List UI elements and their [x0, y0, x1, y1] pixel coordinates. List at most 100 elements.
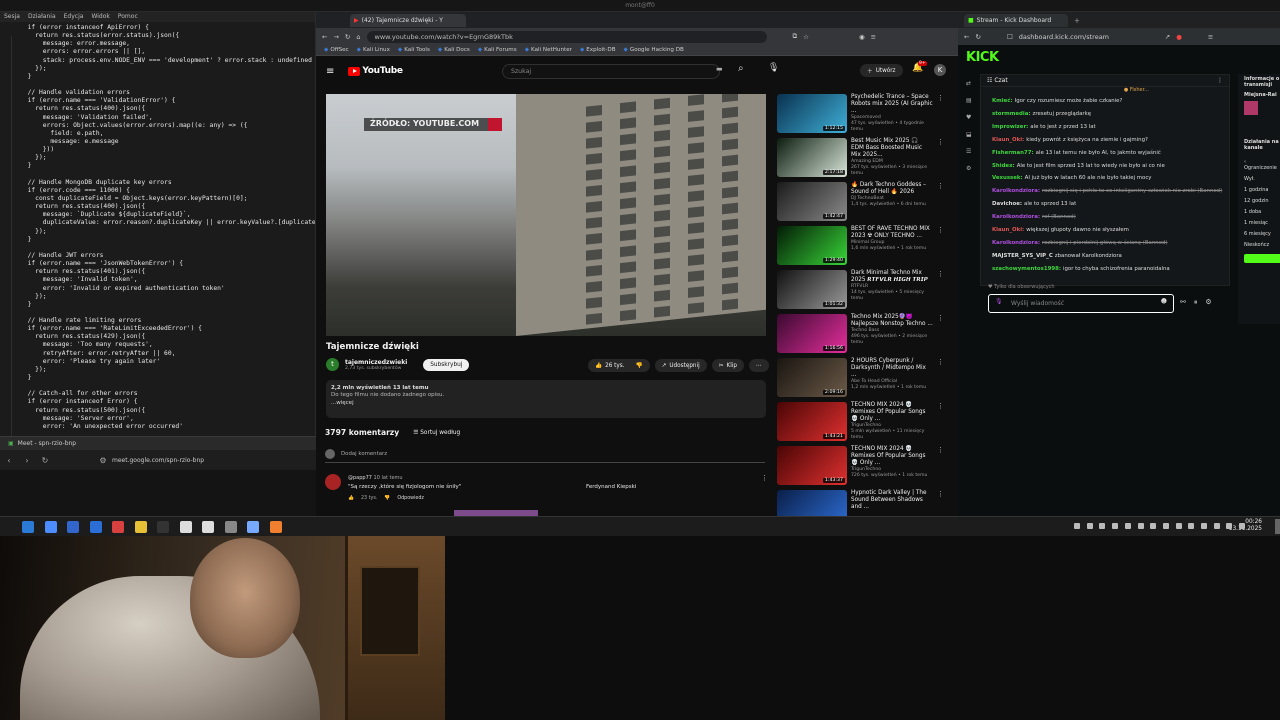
editor-menu-item[interactable]: Edycja [64, 13, 84, 21]
meet-tab[interactable]: ▣ Meet - spn-rzio-bnp [0, 436, 316, 450]
comment-dislike-icon[interactable]: 👎 [384, 496, 390, 501]
tray-icon[interactable] [1124, 523, 1131, 529]
avatar[interactable]: K [934, 64, 946, 76]
video-thumbnail[interactable]: 2:09:16 [777, 358, 847, 397]
chat-input[interactable]: 🎙 Wyślij wiadomość ☻ [988, 294, 1174, 313]
new-tab-icon[interactable]: ＋ [1074, 16, 1080, 25]
recommended-video[interactable]: 1:12:15 Psychedelic Trance – Space Robots… [777, 94, 958, 138]
more-actions-button[interactable]: ⋯ [748, 359, 769, 372]
rail-icon-4[interactable]: ⬓ [966, 131, 976, 138]
back-icon[interactable]: ‹ [0, 456, 18, 465]
channel-name[interactable]: tajemniczedzwieki [345, 359, 407, 366]
extensions-icon[interactable]: ⧉ [793, 32, 798, 41]
video-menu-icon[interactable]: ⋮ [937, 138, 945, 182]
tray-icon[interactable] [1112, 523, 1119, 529]
extension-icon[interactable]: ● [1176, 33, 1182, 41]
recommended-video[interactable]: 1:42:47 🔥 Dark Techno Goddess – Sound of … [777, 182, 958, 226]
tray-icon[interactable] [1086, 523, 1093, 529]
rail-icon-6[interactable]: ⚙ [966, 165, 976, 172]
description-more[interactable]: ...więcej [331, 400, 761, 407]
video-title-link[interactable]: 🔥 Dark Techno Goddess – Sound of Hell 🔥 … [851, 182, 933, 196]
bookmark-item[interactable]: ◆ Kali Forums [478, 47, 517, 53]
chat-username[interactable]: Klaun_Oki: [992, 137, 1024, 143]
firefox-icon[interactable] [269, 521, 282, 533]
pause-icon[interactable]: ⏸ [1194, 298, 1198, 307]
like-button[interactable]: 👍 26 tys. 👎 [588, 359, 650, 372]
chat-username[interactable]: Karolkondziora: [992, 214, 1040, 220]
back-icon[interactable]: ← [964, 33, 969, 41]
video-thumbnail[interactable]: 2:17:18 [777, 138, 847, 177]
bookmark-item[interactable]: ◆ Google Hacking DB [624, 47, 684, 53]
show-desktop[interactable] [1275, 519, 1280, 534]
video-thumbnail[interactable] [777, 490, 847, 516]
terminal-icon[interactable] [157, 521, 169, 533]
bookmark-item[interactable]: ◆ OffSec [324, 47, 349, 53]
subscribe-button[interactable]: Subskrybuj [423, 358, 470, 371]
kali-dragon-icon[interactable] [89, 521, 102, 533]
chat-username[interactable]: Karolkondziora: [992, 188, 1040, 194]
video-menu-icon[interactable]: ⋮ [937, 270, 945, 314]
video-title-link[interactable]: BEST OF RAVE TECHNO MIX 2023 ☢ ONLY TECH… [851, 226, 933, 240]
recommended-video[interactable]: 2:17:18 Best Music Mix 2025 🎧 EDM Bass Bo… [777, 138, 958, 182]
chat-message[interactable]: Karolkondziora: ref (Banned) [981, 211, 1229, 224]
share-button[interactable]: ↗ Udostępnij [654, 359, 707, 372]
mic-icon[interactable]: 🎙 [768, 63, 779, 73]
recommended-video[interactable]: 1:29:40 BEST OF RAVE TECHNO MIX 2023 ☢ ON… [777, 226, 958, 270]
network-icon[interactable] [247, 521, 259, 533]
sort-button[interactable]: ☰ Sortuj według [413, 430, 460, 436]
bookmark-item[interactable]: ◆ Kali Tools [398, 47, 430, 53]
home-icon[interactable]: ⌂ [356, 33, 360, 41]
video-title-link[interactable]: Psychedelic Trance – Space Robots mix 20… [851, 94, 933, 115]
tray-icon[interactable] [1188, 523, 1195, 529]
recommended-video[interactable]: 1:43:37 TECHNO MIX 2024 💀 Remixes Of Popu… [777, 446, 958, 490]
chat-menu-icon[interactable]: ⋮ [1217, 77, 1223, 84]
timeout-option[interactable]: 1 godzina [1244, 187, 1280, 193]
bookmark-item[interactable]: ◆ Kali Linux [357, 47, 390, 53]
reload-icon[interactable]: ↻ [345, 33, 350, 41]
menu-icon[interactable]: ≡ [871, 33, 876, 41]
emoji-icon[interactable]: ☻ [1161, 298, 1167, 305]
video-description[interactable]: 2,2 mln wyświetleń 13 lat temu Do tego f… [326, 380, 766, 418]
chat-message[interactable]: MAJSTER_SYS_VIP_C zbanował Karolkondziora [981, 250, 1229, 263]
chat-username[interactable]: Vexussek: [992, 175, 1023, 181]
chat-message[interactable]: Shidex: Ale to jest film sprzed 13 lat to… [981, 160, 1229, 173]
clock[interactable]: 00:26 13.11.2025 [1229, 519, 1262, 533]
video-title-link[interactable]: TECHNO MIX 2024 💀 Remixes Of Popular Son… [851, 402, 933, 423]
video-menu-icon[interactable]: ⋮ [937, 490, 945, 516]
share-icon[interactable]: ↗ [1165, 33, 1170, 41]
menu-icon[interactable]: ≡ [1208, 33, 1213, 41]
video-thumbnail[interactable]: 1:29:40 [777, 226, 847, 265]
kick-url[interactable]: dashboard.kick.com/stream [1019, 33, 1149, 41]
video-menu-icon[interactable]: ⋮ [937, 226, 945, 270]
timeout-option[interactable]: Nieskończ [1244, 242, 1280, 248]
channel-avatar[interactable]: t [326, 358, 339, 371]
reload-icon[interactable]: ↻ [36, 456, 54, 465]
tray-icon[interactable] [1099, 523, 1106, 529]
rail-icon-1[interactable]: ⇄ [966, 80, 976, 87]
timeout-option[interactable]: 1 miesiąc [1244, 220, 1280, 226]
submit-button[interactable] [1244, 254, 1280, 263]
tray-icon[interactable] [1137, 523, 1144, 529]
workspace-icon[interactable] [44, 521, 57, 533]
yt-url-bar[interactable]: www.youtube.com/watch?v=EgrnG89kTbk [366, 30, 767, 43]
search-icon[interactable]: ⌕ [738, 63, 744, 74]
video-title-link[interactable]: Dark Minimal Techno Mix 2025 𝙍𝙏𝙁𝙑𝙇𝙍 𝙃𝙄𝙂𝙃… [851, 270, 933, 284]
youtube-logo[interactable]: YouTube [348, 66, 403, 76]
editor-menu-item[interactable]: Działania [28, 13, 56, 21]
tray-icon[interactable] [1201, 523, 1207, 529]
chat-username[interactable]: MAJSTER_SYS_VIP_C [992, 253, 1053, 259]
bookmark-item[interactable]: ◆ Exploit-DB [580, 47, 616, 53]
video-title-link[interactable]: Techno Mix 2025🔮👿 Najlepsze Nonstop Tech… [851, 314, 933, 328]
document-icon[interactable] [179, 521, 192, 533]
timeout-option[interactable]: 12 godzin [1244, 198, 1280, 204]
video-thumbnail[interactable]: 1:12:15 [777, 94, 847, 133]
recommended-video[interactable]: Hypnotic Dark Valley | The Sound Between… [777, 490, 958, 516]
thumbs-down-icon[interactable]: 👎 [636, 363, 643, 369]
video-thumbnail[interactable]: 1:16:56 [777, 314, 847, 353]
video-menu-icon[interactable]: ⋮ [937, 358, 945, 402]
recommended-video[interactable]: 1:01:32 Dark Minimal Techno Mix 2025 𝙍𝙏𝙁𝙑… [777, 270, 958, 314]
chat-message[interactable]: Vexussek: AI już było w latach 60 ale nie… [981, 172, 1229, 185]
add-comment-input[interactable]: Dodaj komentarz [341, 451, 387, 457]
chat-message[interactable]: Davichoe: ale to sprzed 13 lat [981, 198, 1229, 211]
bookmark-star-icon[interactable]: ☆ [803, 33, 809, 41]
